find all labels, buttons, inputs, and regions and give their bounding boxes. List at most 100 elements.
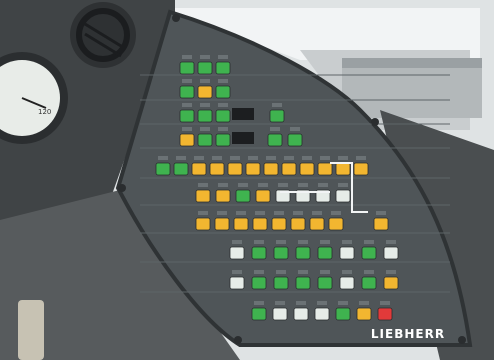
dashboard-photo: 120 LIEBHERR: [0, 0, 494, 360]
panel-switch-button[interactable]: [273, 276, 289, 290]
panel-switch-button[interactable]: [229, 246, 245, 260]
switch-indicator-led: [232, 240, 242, 244]
gauge-label: 120: [38, 108, 51, 116]
panel-switch-button[interactable]: [339, 246, 355, 260]
switch-indicator-led: [182, 127, 192, 131]
switch-indicator-led: [298, 240, 308, 244]
panel-switch-button[interactable]: [179, 133, 195, 147]
switch-indicator-led: [272, 103, 282, 107]
switch-indicator-led: [317, 301, 327, 305]
switch-indicator-led: [290, 127, 300, 131]
panel-switch-button[interactable]: [287, 133, 303, 147]
switch-indicator-led: [194, 156, 204, 160]
panel-switch-button[interactable]: [299, 162, 315, 176]
switch-indicator-led: [342, 240, 352, 244]
panel-switch-button[interactable]: [317, 276, 333, 290]
panel-switch-button[interactable]: [373, 217, 389, 231]
panel-switch-button[interactable]: [293, 307, 309, 321]
panel-switch-button[interactable]: [361, 246, 377, 260]
panel-switch-button[interactable]: [328, 217, 344, 231]
switch-indicator-led: [218, 127, 228, 131]
panel-switch-button[interactable]: [197, 85, 213, 99]
panel-switch-button[interactable]: [195, 189, 211, 203]
panel-switch-button[interactable]: [271, 217, 287, 231]
panel-switch-button[interactable]: [245, 162, 261, 176]
switch-indicator-led: [274, 211, 284, 215]
panel-switch-button[interactable]: [197, 61, 213, 75]
panel-switch-button[interactable]: [272, 307, 288, 321]
brand-logo: LIEBHERR: [371, 327, 445, 341]
panel-switch-button[interactable]: [227, 162, 243, 176]
panel-switch-button[interactable]: [179, 109, 195, 123]
panel-switch-button[interactable]: [290, 217, 306, 231]
switch-indicator-led: [359, 301, 369, 305]
panel-switch-button[interactable]: [195, 217, 211, 231]
panel-switch-button[interactable]: [179, 85, 195, 99]
panel-switch-button[interactable]: [197, 133, 213, 147]
panel-switch-button[interactable]: [309, 217, 325, 231]
panel-switch-button[interactable]: [179, 61, 195, 75]
readout-window: [232, 108, 254, 120]
panel-switch-button[interactable]: [267, 133, 283, 147]
screw-icon: [118, 184, 126, 192]
panel-switch-button[interactable]: [155, 162, 171, 176]
panel-switch-button[interactable]: [295, 246, 311, 260]
panel-switch-button[interactable]: [356, 307, 372, 321]
switch-indicator-led: [238, 183, 248, 187]
panel-switch-button[interactable]: [251, 307, 267, 321]
panel-switch-button[interactable]: [383, 246, 399, 260]
switch-indicator-led: [278, 183, 288, 187]
panel-switch-button[interactable]: [269, 109, 285, 123]
panel-switch-button[interactable]: [335, 307, 351, 321]
panel-switch-button[interactable]: [353, 162, 369, 176]
panel-switch-button[interactable]: [273, 246, 289, 260]
panel-switch-button[interactable]: [335, 162, 351, 176]
switch-indicator-led: [182, 55, 192, 59]
panel-switch-button[interactable]: [233, 217, 249, 231]
panel-switch-button[interactable]: [317, 162, 333, 176]
panel-switch-button[interactable]: [335, 189, 351, 203]
panel-switch-button[interactable]: [255, 189, 271, 203]
switch-indicator-led: [270, 127, 280, 131]
panel-switch-button[interactable]: [215, 109, 231, 123]
outside-box: [342, 60, 482, 118]
panel-switch-button[interactable]: [252, 217, 268, 231]
panel-switch-button[interactable]: [214, 217, 230, 231]
switch-indicator-led: [320, 270, 330, 274]
panel-switch-button[interactable]: [215, 133, 231, 147]
switch-indicator-led: [318, 183, 328, 187]
panel-switch-button[interactable]: [251, 276, 267, 290]
switch-indicator-led: [380, 301, 390, 305]
panel-switch-button[interactable]: [173, 162, 189, 176]
switch-indicator-led: [182, 103, 192, 107]
panel-switch-button[interactable]: [377, 307, 393, 321]
panel-switch-button[interactable]: [215, 189, 231, 203]
panel-switch-button[interactable]: [235, 189, 251, 203]
panel-switch-button[interactable]: [215, 85, 231, 99]
screw-icon: [234, 336, 242, 344]
panel-switch-button[interactable]: [383, 276, 399, 290]
panel-switch-button[interactable]: [281, 162, 297, 176]
switch-indicator-led: [254, 270, 264, 274]
switch-indicator-led: [298, 183, 308, 187]
switch-indicator-led: [218, 183, 228, 187]
switch-indicator-led: [364, 240, 374, 244]
panel-switch-button[interactable]: [317, 246, 333, 260]
panel-switch-button[interactable]: [339, 276, 355, 290]
readout-window: [232, 132, 254, 144]
switch-indicator-led: [338, 156, 348, 160]
panel-switch-button[interactable]: [314, 307, 330, 321]
panel-switch-button[interactable]: [191, 162, 207, 176]
panel-switch-button[interactable]: [197, 109, 213, 123]
switch-indicator-led: [338, 301, 348, 305]
panel-switch-button[interactable]: [263, 162, 279, 176]
panel-switch-button[interactable]: [215, 61, 231, 75]
switch-indicator-led: [218, 55, 228, 59]
panel-switch-button[interactable]: [295, 276, 311, 290]
switch-indicator-led: [338, 183, 348, 187]
panel-switch-button[interactable]: [361, 276, 377, 290]
panel-switch-button[interactable]: [229, 276, 245, 290]
panel-switch-button[interactable]: [209, 162, 225, 176]
switch-indicator-led: [248, 156, 258, 160]
panel-switch-button[interactable]: [251, 246, 267, 260]
